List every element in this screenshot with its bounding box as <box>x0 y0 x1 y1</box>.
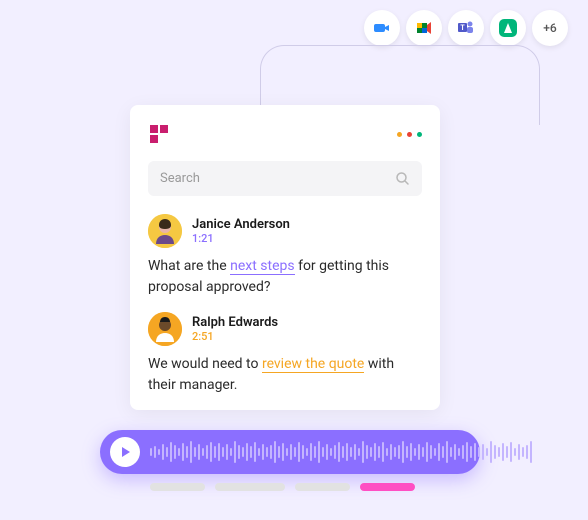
integrations-more-button[interactable]: +6 <box>532 10 568 46</box>
zoom-icon[interactable] <box>364 10 400 46</box>
search-icon <box>395 171 410 186</box>
dot-icon <box>407 132 412 137</box>
play-icon <box>120 446 132 458</box>
audio-player <box>100 430 480 474</box>
play-button[interactable] <box>110 437 140 467</box>
integrations-more-label: +6 <box>543 21 556 35</box>
message-timestamp[interactable]: 2:51 <box>192 330 278 343</box>
svg-text:T: T <box>460 24 465 32</box>
message: Ralph Edwards 2:51 We would need to revi… <box>148 312 422 396</box>
avatar <box>148 214 182 248</box>
app-logo <box>148 123 170 145</box>
skeleton-bar <box>150 483 205 491</box>
dot-icon <box>397 132 402 137</box>
message-body: We would need to review the quote with t… <box>148 354 422 396</box>
message-body: What are the next steps for getting this… <box>148 256 422 298</box>
waveform[interactable] <box>150 440 532 464</box>
highlight-link[interactable]: next steps <box>230 258 294 275</box>
message-meta: Janice Anderson 1:21 <box>192 217 290 245</box>
search-input[interactable]: Search <box>148 161 422 196</box>
message-meta: Ralph Edwards 2:51 <box>192 315 278 343</box>
skeleton-bar <box>215 483 285 491</box>
ms-teams-icon[interactable]: T <box>448 10 484 46</box>
avatar <box>148 312 182 346</box>
menu-dots[interactable] <box>397 132 422 137</box>
message-header: Ralph Edwards 2:51 <box>148 312 422 346</box>
message-author: Janice Anderson <box>192 217 290 232</box>
highlight-link[interactable]: review the quote <box>262 356 364 373</box>
search-placeholder: Search <box>160 171 200 186</box>
skeleton-bar <box>295 483 350 491</box>
dot-icon <box>417 132 422 137</box>
message-author: Ralph Edwards <box>192 315 278 330</box>
message-timestamp[interactable]: 1:21 <box>192 232 290 245</box>
message: Janice Anderson 1:21 What are the next s… <box>148 214 422 298</box>
skeleton-bar <box>360 483 415 491</box>
message-header: Janice Anderson 1:21 <box>148 214 422 248</box>
integrations-bar: T +6 <box>364 10 568 46</box>
card-header <box>148 123 422 145</box>
app-green-icon[interactable] <box>490 10 526 46</box>
transcript-card: Search Janice Anderson 1:21 What are the… <box>130 105 440 410</box>
google-meet-icon[interactable] <box>406 10 442 46</box>
skeleton-loader <box>150 483 415 491</box>
